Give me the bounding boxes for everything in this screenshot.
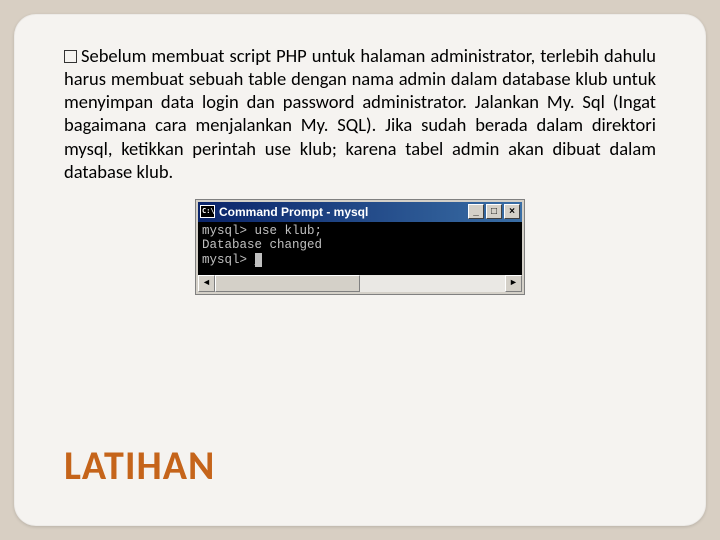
term-line-3: mysql> <box>202 253 255 267</box>
page-heading: LATIHAN <box>64 441 215 490</box>
scroll-thumb[interactable] <box>215 275 360 292</box>
term-line-1: mysql> use klub; <box>202 224 322 238</box>
checkbox-icon <box>64 50 77 63</box>
window-title: Command Prompt - mysql <box>219 205 466 219</box>
minimize-button[interactable]: _ <box>468 204 484 219</box>
terminal-body: mysql> use klub; Database changed mysql>… <box>198 222 522 275</box>
command-prompt-window: Command Prompt - mysql _ □ × mysql> use … <box>195 199 525 295</box>
body-paragraph: Sebelum membuat script PHP untuk halaman… <box>64 44 656 183</box>
cursor-icon: _ <box>255 253 263 267</box>
paragraph-text: Sebelum membuat script PHP untuk halaman… <box>64 44 656 183</box>
scrollbar-horizontal[interactable]: ◄ ► <box>198 275 522 292</box>
titlebar: Command Prompt - mysql _ □ × <box>198 202 522 222</box>
term-line-2: Database changed <box>202 238 322 252</box>
scroll-track[interactable] <box>215 275 505 292</box>
maximize-button[interactable]: □ <box>486 204 502 219</box>
cmd-icon <box>200 205 215 218</box>
close-button[interactable]: × <box>504 204 520 219</box>
scroll-left-button[interactable]: ◄ <box>198 275 215 292</box>
scroll-right-button[interactable]: ► <box>505 275 522 292</box>
